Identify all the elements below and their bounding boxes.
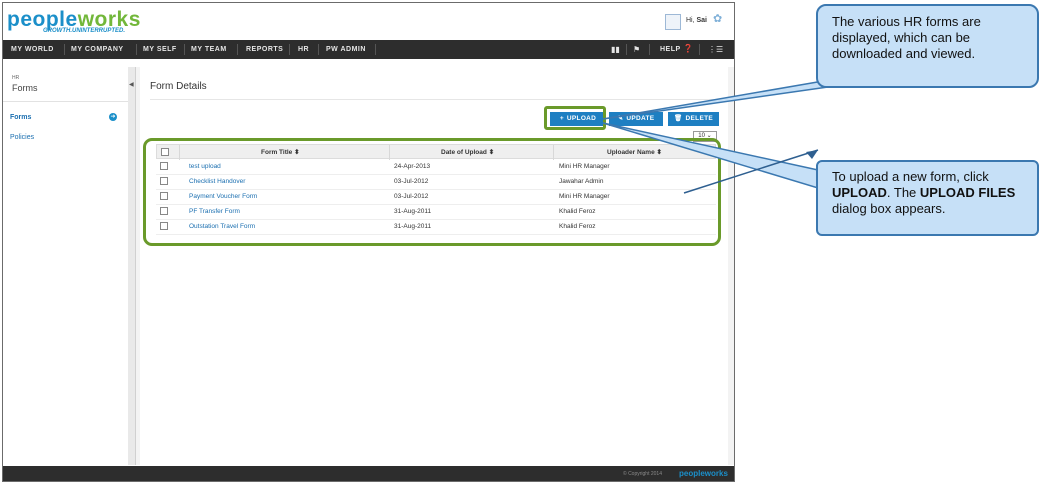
nav-help[interactable]: HELP <box>660 46 681 53</box>
info-callout-forms: The various HR forms are displayed, whic… <box>816 4 1039 88</box>
page-title: Form Details <box>150 81 207 92</box>
nav-divider <box>318 44 319 55</box>
user-greeting: Hi, Sai <box>686 17 708 24</box>
book-icon[interactable]: ▮▮ <box>611 45 620 54</box>
help-question-icon[interactable]: ❓ <box>683 44 693 53</box>
nav-divider <box>136 44 137 55</box>
nav-divider <box>64 44 65 55</box>
sidebar-item-forms[interactable]: Forms <box>10 114 31 121</box>
top-header: peopleworks GROWTH.UNINTERRUPTED. Hi, Sa… <box>3 3 734 40</box>
sidebar-item-policies[interactable]: Policies <box>10 134 34 141</box>
nav-divider <box>289 44 290 55</box>
nav-divider <box>375 44 376 55</box>
chevron-left-icon: ◀ <box>129 82 134 88</box>
pencil-icon: ✎ <box>617 115 624 122</box>
sidebar: HR Forms Forms ➜ Policies <box>3 67 129 465</box>
sidebar-title: Forms <box>12 83 38 93</box>
form-details-panel: Form Details + UPLOAD ✎ UPDATE 🗑 DELETE 10 … <box>140 67 728 465</box>
update-button[interactable]: ✎ UPDATE <box>609 112 663 126</box>
title-divider <box>150 99 720 100</box>
nav-divider <box>237 44 238 55</box>
delete-button[interactable]: 🗑 DELETE <box>668 112 719 126</box>
arrow-right-icon: ➜ <box>109 113 117 121</box>
nav-divider <box>649 44 650 55</box>
nav-divider <box>184 44 185 55</box>
nav-divider <box>626 44 627 55</box>
sidebar-section-label: HR <box>12 75 20 81</box>
nav-my-self[interactable]: MY SELF <box>143 46 177 53</box>
nav-my-team[interactable]: MY TEAM <box>191 46 227 53</box>
nav-reports[interactable]: REPORTS <box>246 46 283 53</box>
flag-icon[interactable]: ⚑ <box>633 45 640 54</box>
upload-highlight-box <box>544 106 606 130</box>
sidebar-collapse-handle[interactable]: ◀ <box>128 67 136 465</box>
table-highlight-box <box>143 138 721 246</box>
main-nav-bar: MY WORLD MY COMPANY MY SELF MY TEAM REPO… <box>3 40 734 59</box>
avatar[interactable] <box>665 14 681 30</box>
sidebar-divider <box>3 101 128 102</box>
nav-my-company[interactable]: MY COMPANY <box>71 46 124 53</box>
arrow-head-icon <box>806 150 818 159</box>
info-callout-upload: To upload a new form, click UPLOAD. The … <box>816 160 1039 236</box>
nav-my-world[interactable]: MY WORLD <box>11 46 54 53</box>
logo-tagline: GROWTH.UNINTERRUPTED. <box>43 28 125 34</box>
settings-gear-icon[interactable]: ✿ <box>713 12 722 25</box>
nav-hr[interactable]: HR <box>298 46 309 53</box>
menu-toggle-icon[interactable]: ⋮☰ <box>708 45 723 54</box>
main-content: Form Details + UPLOAD ✎ UPDATE 🗑 DELETE 10 … <box>136 67 734 465</box>
nav-divider <box>699 44 700 55</box>
copyright-text: © Copyright 2014 <box>623 471 662 477</box>
footer-bar: © Copyright 2014 peopleworks <box>3 466 734 481</box>
nav-pw-admin[interactable]: PW ADMIN <box>326 46 366 53</box>
footer-logo: peopleworks <box>679 469 728 478</box>
trash-icon: 🗑 <box>673 115 683 122</box>
user-name: Sai <box>696 17 708 24</box>
